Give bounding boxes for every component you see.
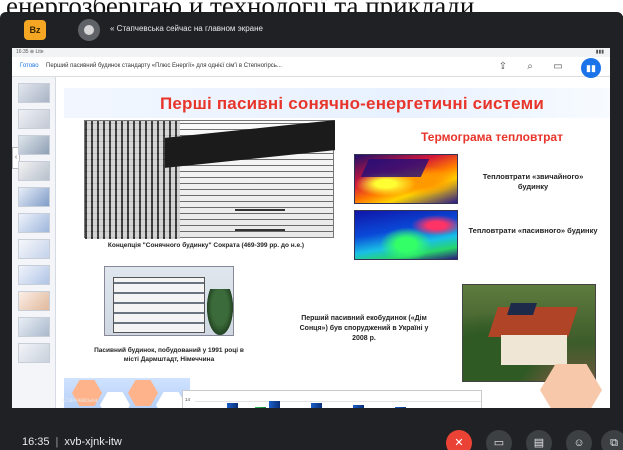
meet-window: Bz « Стапчевська сейчас на главном экран… <box>0 12 623 450</box>
present-icon[interactable]: ⧉ <box>601 430 623 450</box>
caption-sketch: Концепція "Сонячного будинку" Сократа (4… <box>107 242 305 249</box>
thermogram-passive-house <box>354 210 458 260</box>
shared-screen: 16:35 ⊕ Lite ▮▮▮ Готово Перший пасивний … <box>12 48 610 408</box>
slide-thumbnail[interactable] <box>18 109 50 129</box>
meeting-info: 16:35 | xvb-xjnk-itw <box>22 436 122 448</box>
meeting-info-separator: | <box>55 436 59 448</box>
chart-axis-label: 14 <box>185 397 191 402</box>
chart-bar <box>255 407 266 408</box>
presentation-slide: Перші пасивні сонячно-енергетичні систем… <box>64 88 610 408</box>
chart-bar <box>227 403 238 408</box>
darmstadt-house-photo <box>104 266 234 336</box>
slide-thumbnail[interactable] <box>18 291 50 311</box>
chart-gridline <box>195 401 481 402</box>
chart-bar <box>269 401 280 408</box>
slide-thumbnail[interactable] <box>18 187 50 207</box>
browser-address-bar: Готово Перший пасивний будинок стандарту… <box>12 57 610 78</box>
socrates-house-sketch <box>84 120 335 239</box>
cast-icon[interactable]: ▭ <box>552 61 564 73</box>
slide-thumbnail[interactable] <box>18 265 50 285</box>
camera-icon[interactable]: ▭ <box>486 430 512 450</box>
search-icon[interactable]: ⌕ <box>524 61 536 73</box>
presenter-avatar <box>78 19 100 41</box>
presenter-name-overlay: Стапчевська <box>62 398 98 404</box>
slide-thumbnail[interactable] <box>18 161 50 181</box>
captions-icon[interactable]: ▤ <box>526 430 552 450</box>
caption-first-eco-house: Перший пасивний екобудинок («Дім Сонця»)… <box>299 315 429 342</box>
caption-thermo-passive: Тепловтрати «пасивного» будинку <box>468 226 598 235</box>
hex-shape <box>100 392 130 408</box>
slide-thumbnail-panel: ‹ <box>12 77 56 408</box>
caption-thermo-regular: Тепловтрати «звичайного» будинку <box>482 172 584 191</box>
chart-bar <box>311 403 322 408</box>
app-badge[interactable]: Bz <box>24 20 46 40</box>
caption-darmstadt: Пасивний будинок, побудований у 1991 роц… <box>94 347 244 363</box>
emoji-icon[interactable]: ☺ <box>566 430 592 450</box>
eco-solar-panel <box>507 303 537 315</box>
mic-off-icon[interactable]: ✕ <box>446 430 472 450</box>
energy-bar-chart: 14 12 10 8 6 <box>182 390 482 408</box>
presenting-status: « Стапчевська сейчас на главном экране <box>110 24 263 33</box>
chart-bar <box>395 407 406 408</box>
slide-thumbnail[interactable] <box>18 213 50 233</box>
address-text[interactable]: Перший пасивний будинок стандарту «Плюс … <box>46 63 282 69</box>
meet-top-bar: Bz « Стапчевська сейчас на главном экран… <box>0 12 623 48</box>
share-icon[interactable]: ⇪ <box>497 61 509 73</box>
hex-shape <box>128 380 158 406</box>
slide-subtitle: Термограма тепловтрат <box>421 130 563 144</box>
sketch-roof <box>165 120 335 168</box>
status-right: ▮▮▮ <box>595 49 604 55</box>
slide-thumbnail[interactable] <box>18 317 50 337</box>
slide-thumbnail[interactable] <box>18 83 50 103</box>
darmstadt-tree <box>207 289 233 335</box>
eco-wall <box>501 335 567 365</box>
mic-icon[interactable]: ▮▮ <box>581 58 601 78</box>
slide-thumbnail[interactable] <box>18 239 50 259</box>
slide-thumbnail[interactable] <box>18 135 50 155</box>
slide-title: Перші пасивні сонячно-енергетичні систем… <box>159 94 545 113</box>
meet-controls-bar: 16:35 | xvb-xjnk-itw ✕ ▭ ▤ ☺ ⧉ <box>0 420 623 450</box>
darmstadt-building <box>113 277 205 333</box>
address-label[interactable]: Готово <box>20 63 39 69</box>
status-left: 16:35 ⊕ Lite <box>16 49 44 55</box>
meeting-time: 16:35 <box>22 436 50 448</box>
slide-thumbnail[interactable] <box>18 343 50 363</box>
meeting-code: xvb-xjnk-itw <box>64 436 122 448</box>
device-status-bar: 16:35 ⊕ Lite ▮▮▮ <box>12 48 610 57</box>
sketch-steps <box>235 209 285 231</box>
chart-bar <box>353 405 364 408</box>
thermogram-regular-house <box>354 154 458 204</box>
